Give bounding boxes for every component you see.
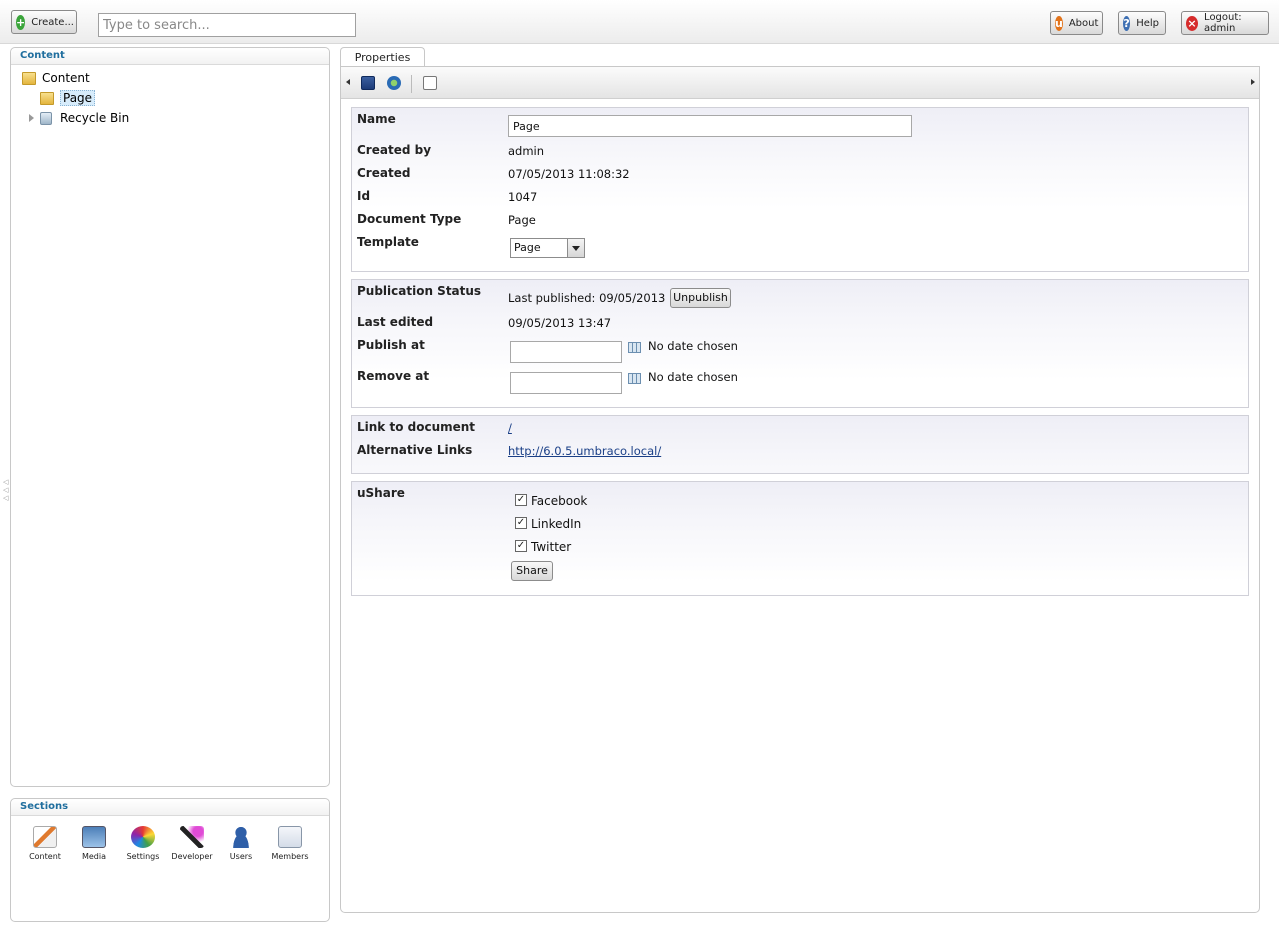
folder-icon (40, 91, 54, 105)
alternative-link[interactable]: http://6.0.5.umbraco.local/ (508, 444, 661, 458)
settings-icon (131, 826, 155, 848)
help-button-label: Help (1136, 17, 1159, 29)
save-and-publish-icon[interactable] (387, 76, 401, 90)
facebook-label: Facebook (531, 494, 588, 508)
calendar-icon[interactable] (628, 342, 641, 353)
created-by-label: Created by (357, 143, 432, 157)
section-label: Settings (126, 852, 160, 861)
media-icon (82, 826, 106, 848)
create-button-label: Create... (31, 16, 74, 28)
logout-button[interactable]: × Logout: admin (1181, 11, 1269, 35)
tree-item-recycle-bin[interactable]: Recycle Bin (29, 111, 129, 125)
id-value: 1047 (508, 190, 538, 204)
ushare-pane (351, 481, 1249, 596)
created-label: Created (357, 166, 411, 180)
section-label: Developer (171, 852, 213, 861)
save-icon[interactable] (361, 76, 375, 90)
last-edited-value: 09/05/2013 13:47 (508, 316, 612, 330)
section-label: Users (229, 852, 253, 861)
facebook-checkbox[interactable]: ✓ (515, 494, 527, 506)
expand-arrow-icon[interactable] (29, 114, 34, 122)
alternative-links-label: Alternative Links (357, 443, 473, 457)
publication-status-value: Last published: 09/05/2013 (508, 291, 666, 305)
about-button-label: About (1068, 17, 1099, 29)
search-input[interactable] (98, 13, 356, 37)
wand-icon (180, 826, 204, 848)
twitter-checkbox[interactable]: ✓ (515, 540, 527, 552)
recycle-bin-icon (40, 111, 52, 125)
template-selected-value: Page (514, 241, 541, 254)
logout-button-label: Logout: admin (1204, 12, 1242, 34)
toolbar-separator (411, 75, 412, 93)
ushare-label: uShare (357, 486, 405, 500)
name-label: Name (357, 112, 396, 126)
link-to-document[interactable]: / (508, 421, 512, 435)
help-button[interactable]: ? Help (1118, 11, 1166, 35)
twitter-label: Twitter (531, 540, 572, 554)
pencil-icon (33, 826, 57, 848)
id-label: Id (357, 189, 371, 203)
tree-item-content-root[interactable]: Content (22, 71, 90, 85)
document-type-label: Document Type (357, 212, 462, 226)
content-panel-title: Content (11, 48, 329, 65)
editor-toolbar (341, 67, 1259, 99)
section-label: Content (29, 852, 61, 861)
scroll-right-icon[interactable] (1251, 79, 1255, 85)
section-content[interactable]: Content (22, 826, 68, 861)
section-media[interactable]: Media (71, 826, 117, 861)
share-button[interactable]: Share (511, 561, 553, 581)
remove-at-input[interactable] (510, 372, 622, 394)
about-icon: u (1055, 15, 1063, 31)
publication-status-label: Publication Status (357, 284, 482, 298)
user-icon (229, 826, 253, 848)
folder-icon (22, 71, 36, 85)
link-to-document-label: Link to document (357, 420, 476, 434)
section-members[interactable]: Members (267, 826, 313, 861)
section-developer[interactable]: Developer (169, 826, 215, 861)
close-icon: × (1186, 15, 1199, 31)
help-icon: ? (1123, 15, 1131, 31)
section-settings[interactable]: Settings (120, 826, 166, 861)
last-edited-label: Last edited (357, 315, 434, 329)
created-value: 07/05/2013 11:08:32 (508, 167, 630, 181)
publication-pane (351, 279, 1249, 408)
calendar-icon[interactable] (628, 373, 641, 384)
members-icon (278, 826, 302, 848)
links-pane (351, 415, 1249, 474)
document-type-value: Page (508, 213, 536, 227)
template-select[interactable]: Page (510, 238, 585, 258)
remove-at-note: No date chosen (648, 370, 738, 384)
section-users[interactable]: Users (218, 826, 264, 861)
linkedin-checkbox[interactable]: ✓ (515, 517, 527, 529)
publish-at-input[interactable] (510, 341, 622, 363)
publish-at-note: No date chosen (648, 339, 738, 353)
panel-resize-handle[interactable]: ◁ ◁ ◁ (3, 478, 9, 504)
tree-item-label: Recycle Bin (60, 111, 130, 125)
tree-item-page[interactable]: Page (40, 90, 96, 106)
unpublish-button[interactable]: Unpublish (670, 288, 731, 308)
created-by-value: admin (508, 144, 545, 158)
name-input[interactable] (508, 115, 912, 137)
tree-item-label: Content (42, 71, 90, 85)
linkedin-label: LinkedIn (531, 517, 582, 531)
publish-at-label: Publish at (357, 338, 425, 352)
chevron-down-icon (567, 239, 584, 257)
sections-panel-title: Sections (11, 799, 329, 816)
content-tree-panel: Content (10, 47, 330, 787)
plus-icon: + (16, 14, 26, 30)
about-button[interactable]: u About (1050, 11, 1103, 35)
tree-item-label: Page (60, 90, 96, 106)
tab-properties[interactable]: Properties (340, 47, 425, 68)
preview-icon[interactable] (423, 76, 437, 90)
template-label: Template (357, 235, 419, 249)
create-button[interactable]: + Create... (11, 10, 77, 34)
section-label: Members (271, 852, 309, 861)
scroll-left-icon[interactable] (346, 79, 350, 85)
section-label: Media (81, 852, 107, 861)
remove-at-label: Remove at (357, 369, 430, 383)
